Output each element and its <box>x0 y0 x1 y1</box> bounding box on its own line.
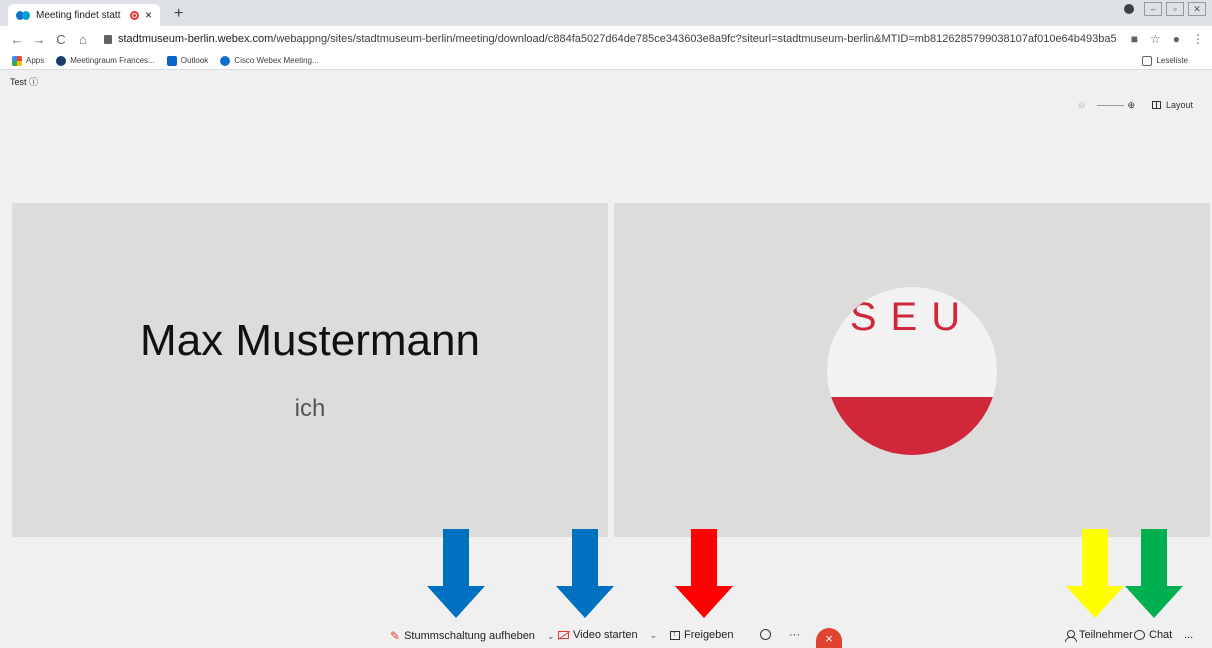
chevron-down-icon[interactable]: ⌄ <box>650 630 658 641</box>
overflow-icon: ... <box>1184 629 1194 641</box>
video-label: Video starten <box>573 629 638 641</box>
forward-icon[interactable]: → <box>30 32 48 47</box>
chat-label: Chat <box>1149 629 1173 641</box>
browser-tab[interactable]: Meeting findet statt ... × <box>8 4 160 26</box>
reactions-button[interactable] <box>760 629 771 640</box>
participants-label: Teilnehmer <box>1079 629 1133 641</box>
avatar-stripe <box>827 397 997 455</box>
video-off-icon <box>558 631 569 639</box>
bookmark-webex[interactable]: Cisco Webex Meeting... <box>220 55 319 66</box>
more-options-button[interactable]: ··· <box>789 629 800 641</box>
back-icon[interactable]: ← <box>8 32 26 47</box>
share-label: Freigeben <box>684 629 734 641</box>
lock-icon[interactable] <box>104 34 112 44</box>
bookmark-label: Outlook <box>180 56 209 65</box>
chat-icon <box>1134 630 1145 640</box>
leave-meeting-button[interactable]: × <box>816 628 842 648</box>
zoom-out-icon[interactable]: ⊖ <box>1078 100 1086 111</box>
layout-label: Layout <box>1166 100 1194 110</box>
overflow-menu-button[interactable]: ... <box>1184 629 1193 641</box>
bookmark-apps[interactable]: Apps <box>12 55 45 66</box>
mic-muted-icon: ✎ <box>390 629 401 643</box>
meeting-title[interactable]: Test ⓘ <box>10 75 38 88</box>
participant-name: Max Mustermann <box>140 316 480 365</box>
participant-sub: ich <box>294 395 326 422</box>
star-icon[interactable]: ☆ <box>1150 32 1161 46</box>
avatar: SEU <box>827 287 997 455</box>
meeting-controls: ✎ Stummschaltung aufheben ⌄ Video starte… <box>0 624 1212 648</box>
apps-icon <box>12 55 22 66</box>
share-button[interactable]: Freigeben <box>670 628 734 641</box>
layout-button[interactable]: Layout <box>1152 100 1193 110</box>
url-path: /webappng/sites/stadtmuseum-berlin/meeti… <box>273 33 1117 45</box>
zoom-track[interactable] <box>1089 102 1124 109</box>
bookmark-label: Meetingraum Frances... <box>70 56 155 65</box>
outlook-icon <box>166 55 177 66</box>
site-icon <box>56 55 67 66</box>
bookmark-outlook[interactable]: Outlook <box>166 55 209 66</box>
emoji-icon <box>760 629 771 640</box>
tab-title: Meeting findet statt ... <box>36 9 124 21</box>
restore-button[interactable]: ▫ <box>1166 2 1184 16</box>
remote-video-tile: SEU <box>614 203 1210 537</box>
minimize-button[interactable]: – <box>1144 2 1162 16</box>
window-controls: – ▫ ✕ <box>1124 2 1206 16</box>
avatar-text: SEU <box>849 295 975 339</box>
webex-icon <box>220 55 231 66</box>
webex-icon <box>16 10 30 20</box>
unmute-button[interactable]: ✎ Stummschaltung aufheben ⌄ <box>390 629 554 643</box>
profile-icon[interactable] <box>1124 4 1134 14</box>
bookmark-meetingraum[interactable]: Meetingraum Frances... <box>56 55 155 66</box>
new-tab-button[interactable]: + <box>174 5 183 23</box>
reading-list-label: Leseliste <box>1156 56 1188 65</box>
recording-icon <box>129 10 139 20</box>
zoom-slider[interactable]: ⊖ ⊕ <box>1078 100 1135 111</box>
bookmark-label: Cisco Webex Meeting... <box>234 56 319 65</box>
zoom-in-icon[interactable]: ⊕ <box>1128 100 1136 111</box>
address-bar[interactable]: stadtmuseum-berlin.webex.com/webappng/si… <box>118 33 1131 45</box>
reload-icon[interactable]: C <box>52 32 70 47</box>
info-icon[interactable]: ⓘ <box>29 77 38 87</box>
camera-icon[interactable]: ■ <box>1131 32 1138 46</box>
person-icon <box>1065 629 1077 642</box>
layout-icon <box>1152 101 1161 109</box>
browser-tab-bar: Meeting findet statt ... × + – ▫ ✕ <box>0 0 1212 26</box>
url-host: stadtmuseum-berlin.webex.com <box>118 33 274 45</box>
chat-button[interactable]: Chat <box>1134 629 1172 641</box>
share-icon <box>670 628 680 640</box>
reading-list-icon <box>1142 55 1153 66</box>
menu-icon[interactable]: ⋮ <box>1192 32 1204 46</box>
meeting-title-text: Test <box>10 77 27 87</box>
bookmark-label: Apps <box>26 56 45 65</box>
start-video-button[interactable]: Video starten ⌄ <box>558 629 657 641</box>
bookmarks-bar: Apps Meetingraum Frances... Outlook Cisc… <box>0 52 1212 70</box>
tab-close-button[interactable]: × <box>145 8 152 22</box>
self-video-tile: Max Mustermann ich <box>12 203 608 537</box>
account-icon[interactable]: ● <box>1173 32 1180 46</box>
participants-button[interactable]: Teilnehmer <box>1065 629 1133 642</box>
unmute-label: Stummschaltung aufheben <box>404 630 535 642</box>
home-icon[interactable]: ⌂ <box>74 32 92 47</box>
reading-list[interactable]: Leseliste <box>1142 55 1188 66</box>
more-icon: ··· <box>789 629 800 641</box>
close-window-button[interactable]: ✕ <box>1188 2 1206 16</box>
browser-navbar: ← → C ⌂ stadtmuseum-berlin.webex.com/web… <box>0 26 1212 52</box>
chevron-down-icon[interactable]: ⌄ <box>547 631 555 642</box>
